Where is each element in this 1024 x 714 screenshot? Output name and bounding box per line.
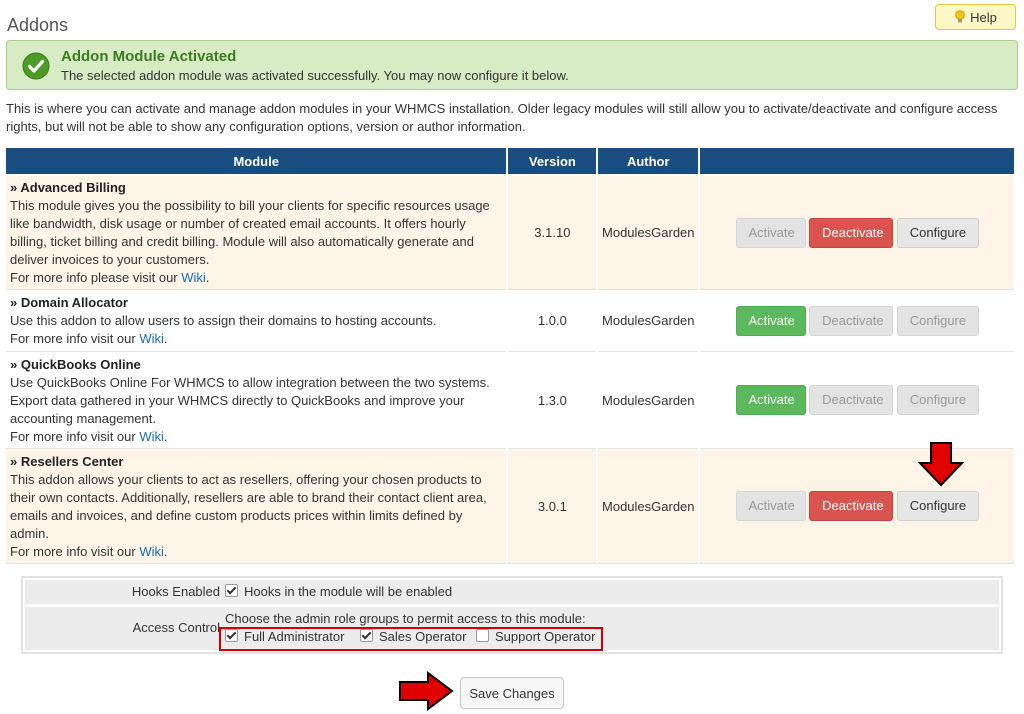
col-header-author: Author	[598, 148, 699, 176]
module-name: » Domain Allocator	[10, 295, 128, 310]
module-author: ModulesGarden	[598, 449, 699, 564]
hooks-checkbox[interactable]	[225, 584, 238, 597]
role-checkbox[interactable]	[225, 629, 238, 642]
hooks-field: Hooks in the module will be enabled	[225, 584, 452, 599]
role-sales-operator[interactable]: Sales Operator	[360, 629, 466, 644]
configure-button[interactable]: Configure	[896, 217, 979, 248]
module-author: ModulesGarden	[598, 290, 699, 352]
access-control-text: Choose the admin role groups to permit a…	[225, 611, 586, 626]
module-version: 1.3.0	[508, 352, 597, 449]
role-checkbox[interactable]	[360, 629, 373, 642]
module-cell: » Resellers Center This addon allows you…	[6, 449, 507, 564]
deactivate-button[interactable]: Deactivate	[809, 385, 894, 415]
table-row: » Domain Allocator Use this addon to all…	[6, 290, 1014, 352]
more-info: For more info visit our Wiki.	[10, 331, 168, 346]
alert-message: The selected addon module was activated …	[61, 68, 569, 83]
help-button[interactable]: Help	[935, 4, 1016, 30]
intro-text: This is where you can activate and manag…	[6, 101, 998, 134]
wiki-link[interactable]: Wiki	[139, 429, 164, 444]
table-row: » Resellers Center This addon allows you…	[6, 449, 1014, 564]
hooks-row: Hooks Enabled Hooks in the module will b…	[25, 580, 999, 604]
module-version: 3.0.1	[508, 449, 597, 564]
module-actions: Activate Deactivate Configure	[700, 176, 1014, 290]
wiki-link[interactable]: Wiki	[181, 270, 206, 285]
col-header-actions	[700, 148, 1014, 176]
module-version: 1.0.0	[508, 290, 597, 352]
success-alert: Addon Module Activated The selected addo…	[6, 40, 1018, 90]
module-version: 3.1.10	[508, 176, 597, 290]
module-name: » Resellers Center	[10, 453, 124, 469]
activate-button[interactable]: Activate	[735, 305, 806, 336]
page-title: Addons	[7, 15, 69, 36]
role-checkbox[interactable]	[476, 629, 489, 642]
more-info: For more info visit our Wiki.	[10, 543, 168, 559]
configure-button[interactable]: Configure	[896, 305, 979, 336]
module-cell: » QuickBooks Online Use QuickBooks Onlin…	[6, 352, 507, 449]
col-header-version: Version	[508, 148, 597, 176]
module-actions: Activate Deactivate Configure	[700, 290, 1014, 352]
more-info: For more info please visit our Wiki.	[10, 270, 210, 285]
module-cell: » Domain Allocator Use this addon to all…	[6, 290, 507, 352]
save-changes-button[interactable]: Save Changes	[460, 677, 564, 709]
table-row: » QuickBooks Online Use QuickBooks Onlin…	[6, 352, 1014, 449]
annotation-arrow-down-icon	[918, 442, 964, 487]
module-description: This addon allows your clients to act as…	[10, 471, 487, 541]
hooks-label: Hooks Enabled	[131, 584, 220, 599]
table-row: » Advanced Billing This module gives you…	[6, 176, 1014, 290]
module-actions: Activate Deactivate Configure	[700, 449, 1014, 564]
activate-button[interactable]: Activate	[735, 385, 806, 415]
addon-modules-table: Module Version Author » Advanced Billing…	[4, 148, 1016, 564]
module-description: Use QuickBooks Online For WHMCS to allow…	[10, 374, 490, 426]
wiki-link[interactable]: Wiki	[139, 544, 164, 559]
deactivate-button[interactable]: Deactivate	[809, 305, 894, 336]
module-author: ModulesGarden	[598, 352, 699, 449]
module-name: » QuickBooks Online	[10, 356, 141, 372]
alert-title: Addon Module Activated	[61, 48, 237, 65]
module-author: ModulesGarden	[598, 176, 699, 290]
lightbulb-icon	[954, 10, 966, 24]
deactivate-button[interactable]: Deactivate	[809, 217, 894, 248]
activate-button[interactable]: Activate	[735, 217, 806, 248]
access-control-label: Access Control	[132, 620, 220, 635]
more-info: For more info visit our Wiki.	[10, 428, 168, 444]
col-header-module: Module	[6, 148, 507, 176]
module-actions: Activate Deactivate Configure	[700, 352, 1014, 449]
annotation-arrow-right-icon	[399, 671, 454, 711]
module-cell: » Advanced Billing This module gives you…	[6, 176, 507, 290]
role-full-administrator[interactable]: Full Administrator	[225, 629, 344, 644]
configure-button[interactable]: Configure	[896, 491, 979, 521]
deactivate-button[interactable]: Deactivate	[809, 491, 894, 521]
help-label: Help	[970, 9, 997, 25]
check-circle-icon	[22, 52, 50, 80]
role-support-operator[interactable]: Support Operator	[476, 629, 595, 644]
configure-button[interactable]: Configure	[896, 385, 979, 415]
module-name: » Advanced Billing	[10, 180, 126, 195]
module-description: Use this addon to allow users to assign …	[10, 313, 437, 328]
wiki-link[interactable]: Wiki	[139, 331, 164, 346]
hooks-text: Hooks in the module will be enabled	[244, 584, 453, 599]
module-description: This module gives you the possibility to…	[10, 198, 490, 267]
activate-button[interactable]: Activate	[735, 491, 806, 521]
